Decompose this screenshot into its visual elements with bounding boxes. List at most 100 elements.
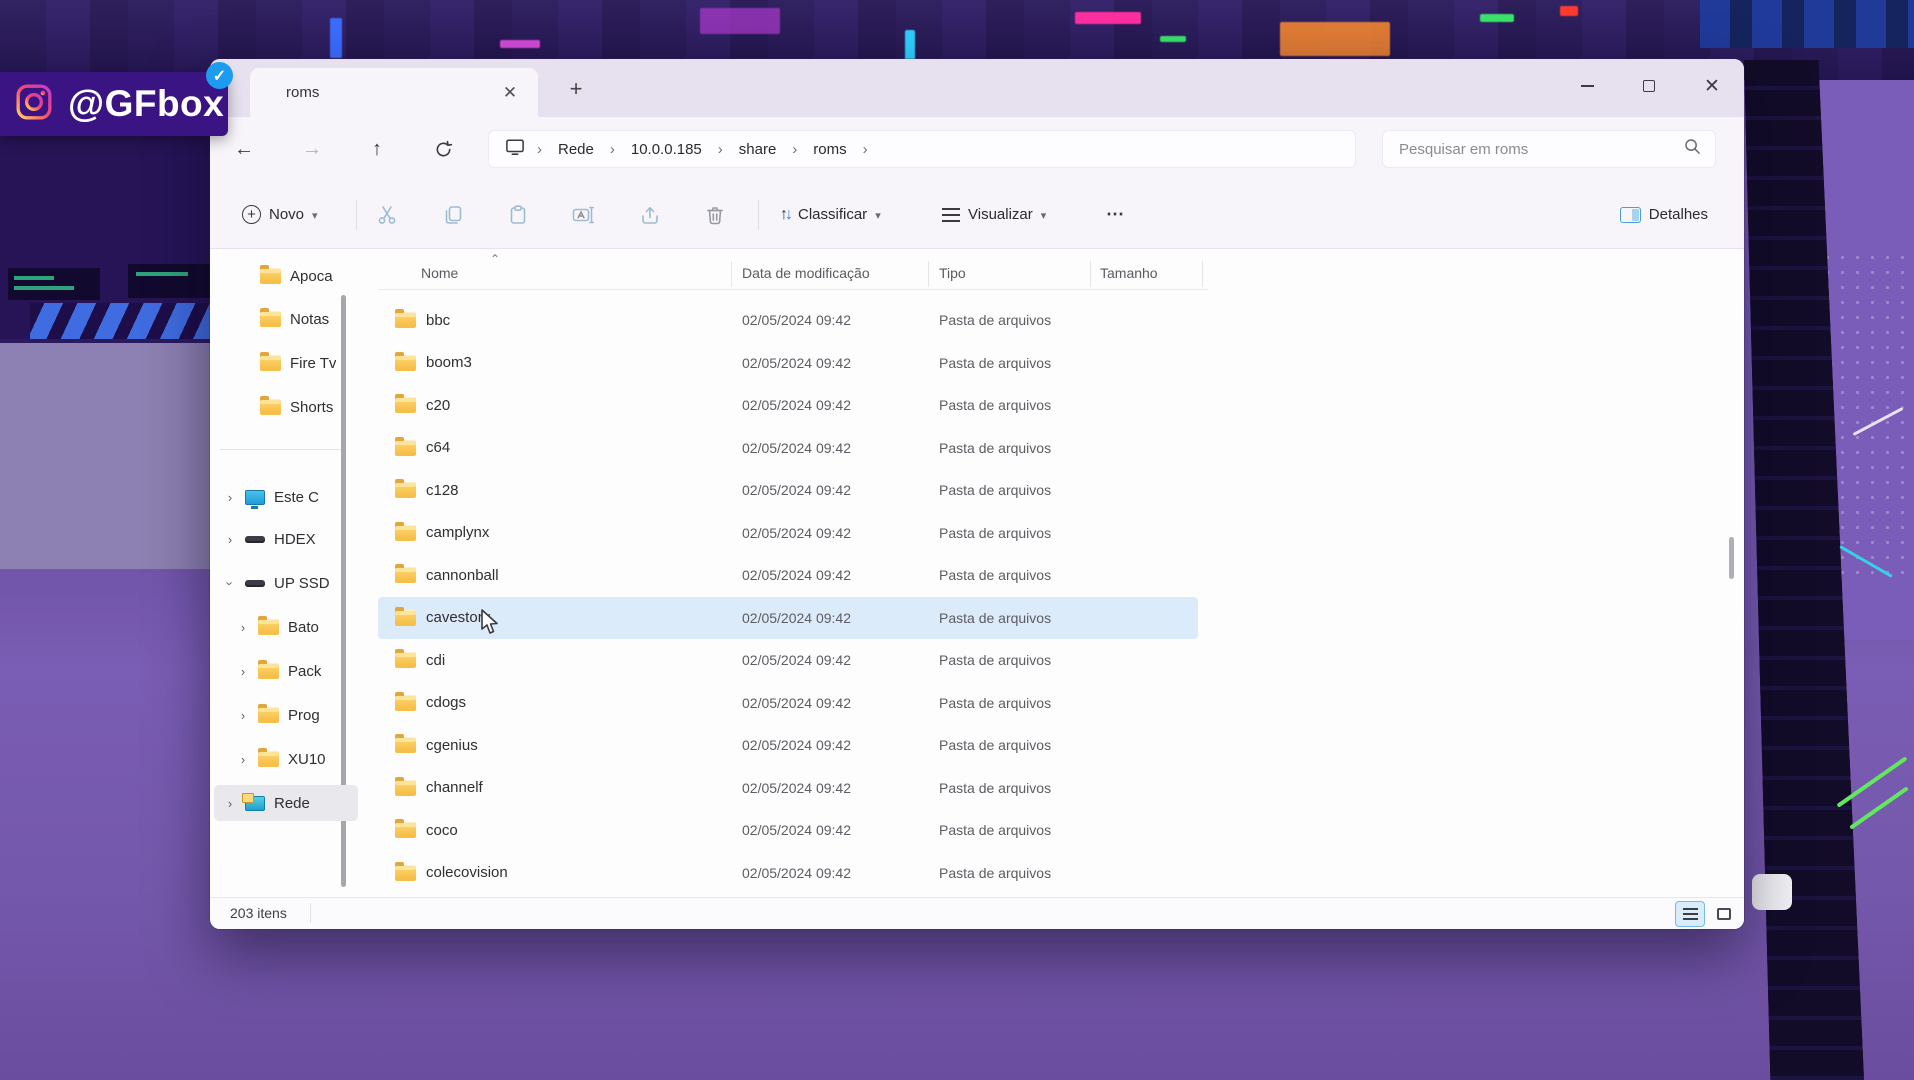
sidebar-item-shorts[interactable]: Shorts: [214, 389, 358, 425]
neon-light: [1160, 36, 1186, 42]
neon-light: [1280, 22, 1390, 56]
search-box[interactable]: [1382, 130, 1716, 168]
desktop: { "badge": { "handle": "@GFbox", "verifi…: [0, 0, 1914, 1080]
back-button[interactable]: ←: [229, 134, 259, 164]
neon-light: [700, 8, 780, 34]
file-row-cgenius[interactable]: cgenius02/05/2024 09:42Pasta de arquivos: [378, 724, 1208, 766]
file-row-colecovision[interactable]: colecovision02/05/2024 09:42Pasta de arq…: [378, 852, 1208, 894]
item-count: 203 itens: [230, 905, 287, 921]
file-row-cavestory[interactable]: cavestory02/05/2024 09:42Pasta de arquiv…: [378, 597, 1198, 639]
file-type: Pasta de arquivos: [939, 312, 1051, 328]
navigation-pane: Apoca Notas Fire Tv Shorts ›Este C ›HDEX ›UP S…: [210, 249, 378, 897]
column-header-name[interactable]: Nome: [421, 265, 458, 281]
details-pane-button[interactable]: Detalhes: [1610, 198, 1718, 231]
column-divider[interactable]: [928, 261, 929, 287]
file-row-cdogs[interactable]: cdogs02/05/2024 09:42Pasta de arquivos: [378, 682, 1208, 724]
maximize-button[interactable]: [1636, 67, 1662, 105]
neon-light: [1075, 12, 1141, 24]
file-row-boom3[interactable]: boom302/05/2024 09:42Pasta de arquivos: [378, 342, 1208, 384]
column-header-date[interactable]: Data de modificação: [742, 265, 870, 281]
column-divider[interactable]: [731, 261, 732, 287]
sidebar-item-fire-tv[interactable]: Fire Tv: [214, 345, 358, 381]
search-input[interactable]: [1399, 141, 1684, 158]
column-divider[interactable]: [1202, 261, 1203, 287]
folder-icon: [395, 695, 416, 711]
close-button[interactable]: ✕: [1699, 67, 1725, 105]
sidebar-item-label: Apoca: [290, 268, 333, 285]
breadcrumb-chevron-icon: ›: [718, 141, 723, 158]
share-button[interactable]: [635, 201, 665, 229]
file-row-coco[interactable]: coco02/05/2024 09:42Pasta de arquivos: [378, 809, 1208, 851]
see-more-button[interactable]: ⋯: [1096, 196, 1136, 233]
details-view-toggle[interactable]: [1675, 901, 1705, 927]
address-bar[interactable]: ›Rede›10.0.0.185›share›roms›: [488, 130, 1356, 168]
sidebar-item-rede[interactable]: ›Rede: [214, 785, 358, 821]
up-button[interactable]: ↑: [362, 134, 392, 164]
breadcrumb-segment[interactable]: Rede: [554, 139, 598, 160]
column-header-size[interactable]: Tamanho: [1100, 265, 1158, 281]
sort-button-label: Classificar: [798, 206, 867, 223]
tree-chevron-icon[interactable]: ›: [224, 532, 236, 547]
file-row-bbc[interactable]: bbc02/05/2024 09:42Pasta de arquivos: [378, 299, 1208, 341]
file-type: Pasta de arquivos: [939, 525, 1051, 541]
sidebar-item-bato[interactable]: ›Bato: [214, 609, 358, 645]
file-row-c64[interactable]: c6402/05/2024 09:42Pasta de arquivos: [378, 427, 1208, 469]
view-button[interactable]: Visualizar ▾: [932, 198, 1056, 231]
breadcrumb-segment[interactable]: 10.0.0.185: [627, 139, 706, 160]
paste-button[interactable]: [503, 201, 533, 229]
file-row-cdi[interactable]: cdi02/05/2024 09:42Pasta de arquivos: [378, 639, 1208, 681]
file-name: cdogs: [426, 694, 466, 711]
sidebar-item-xu10[interactable]: ›XU10: [214, 741, 358, 777]
copy-button[interactable]: [438, 201, 468, 229]
sort-button[interactable]: ↑↓ Classificar ▾: [770, 198, 891, 232]
refresh-button[interactable]: [428, 134, 458, 164]
cut-button[interactable]: [372, 201, 402, 229]
folder-icon: [258, 751, 279, 767]
folder-icon: [395, 822, 416, 838]
tree-chevron-icon[interactable]: ›: [237, 664, 249, 679]
new-tab-button[interactable]: +: [562, 75, 590, 103]
delete-button[interactable]: [700, 201, 730, 229]
instagram-icon: [14, 82, 54, 127]
list-scrollbar-thumb[interactable]: [1729, 537, 1734, 579]
new-button-label: Novo: [269, 206, 304, 223]
sidebar-item-pack[interactable]: ›Pack: [214, 653, 358, 689]
file-row-camplynx[interactable]: camplynx02/05/2024 09:42Pasta de arquivo…: [378, 512, 1208, 554]
tab-roms[interactable]: roms ✕: [250, 68, 538, 117]
tree-chevron-icon[interactable]: ›: [237, 708, 249, 723]
file-row-cannonball[interactable]: cannonball02/05/2024 09:42Pasta de arqui…: [378, 554, 1208, 596]
file-row-c128[interactable]: c12802/05/2024 09:42Pasta de arquivos: [378, 469, 1208, 511]
tree-chevron-icon[interactable]: ›: [237, 752, 249, 767]
sidebar-item-apoca[interactable]: Apoca: [214, 258, 358, 294]
tree-chevron-icon[interactable]: ›: [223, 577, 238, 589]
file-row-c20[interactable]: c2002/05/2024 09:42Pasta de arquivos: [378, 384, 1208, 426]
rename-button[interactable]: [568, 201, 598, 229]
tree-chevron-icon[interactable]: ›: [224, 490, 236, 505]
breadcrumb-segment[interactable]: roms: [809, 139, 850, 160]
navigation-bar: ← → ↑ ›Rede›10.0.0.185›share›roms›: [210, 117, 1744, 181]
file-date-modified: 02/05/2024 09:42: [742, 737, 851, 753]
sidebar-item-notas[interactable]: Notas: [214, 301, 358, 337]
folder-icon: [395, 482, 416, 498]
sidebar-item-up-ssd[interactable]: ›UP SSD: [214, 565, 358, 601]
file-row-channelf[interactable]: channelf02/05/2024 09:42Pasta de arquivo…: [378, 767, 1208, 809]
tab-bar: roms ✕ + ✕: [210, 59, 1744, 117]
column-header-type[interactable]: Tipo: [939, 265, 966, 281]
minimize-button[interactable]: [1574, 67, 1600, 105]
large-icons-view-toggle[interactable]: [1709, 901, 1739, 927]
new-button[interactable]: + Novo ▾: [232, 197, 328, 232]
tab-close-icon[interactable]: ✕: [498, 81, 522, 105]
sidebar-item-prog[interactable]: ›Prog: [214, 697, 358, 733]
folder-icon: [395, 355, 416, 371]
folder-icon: [395, 567, 416, 583]
forward-button[interactable]: →: [297, 134, 327, 164]
tree-chevron-icon[interactable]: ›: [224, 796, 236, 811]
tree-chevron-icon[interactable]: ›: [237, 620, 249, 635]
breadcrumb-chevron-icon: ›: [792, 141, 797, 158]
instagram-handle: @GFbox: [68, 83, 224, 125]
column-divider[interactable]: [1090, 261, 1091, 287]
search-icon[interactable]: [1684, 138, 1701, 160]
sidebar-item-hdex[interactable]: ›HDEX: [214, 521, 358, 557]
breadcrumb-segment[interactable]: share: [735, 139, 781, 160]
sidebar-item-este-c[interactable]: ›Este C: [214, 479, 358, 515]
